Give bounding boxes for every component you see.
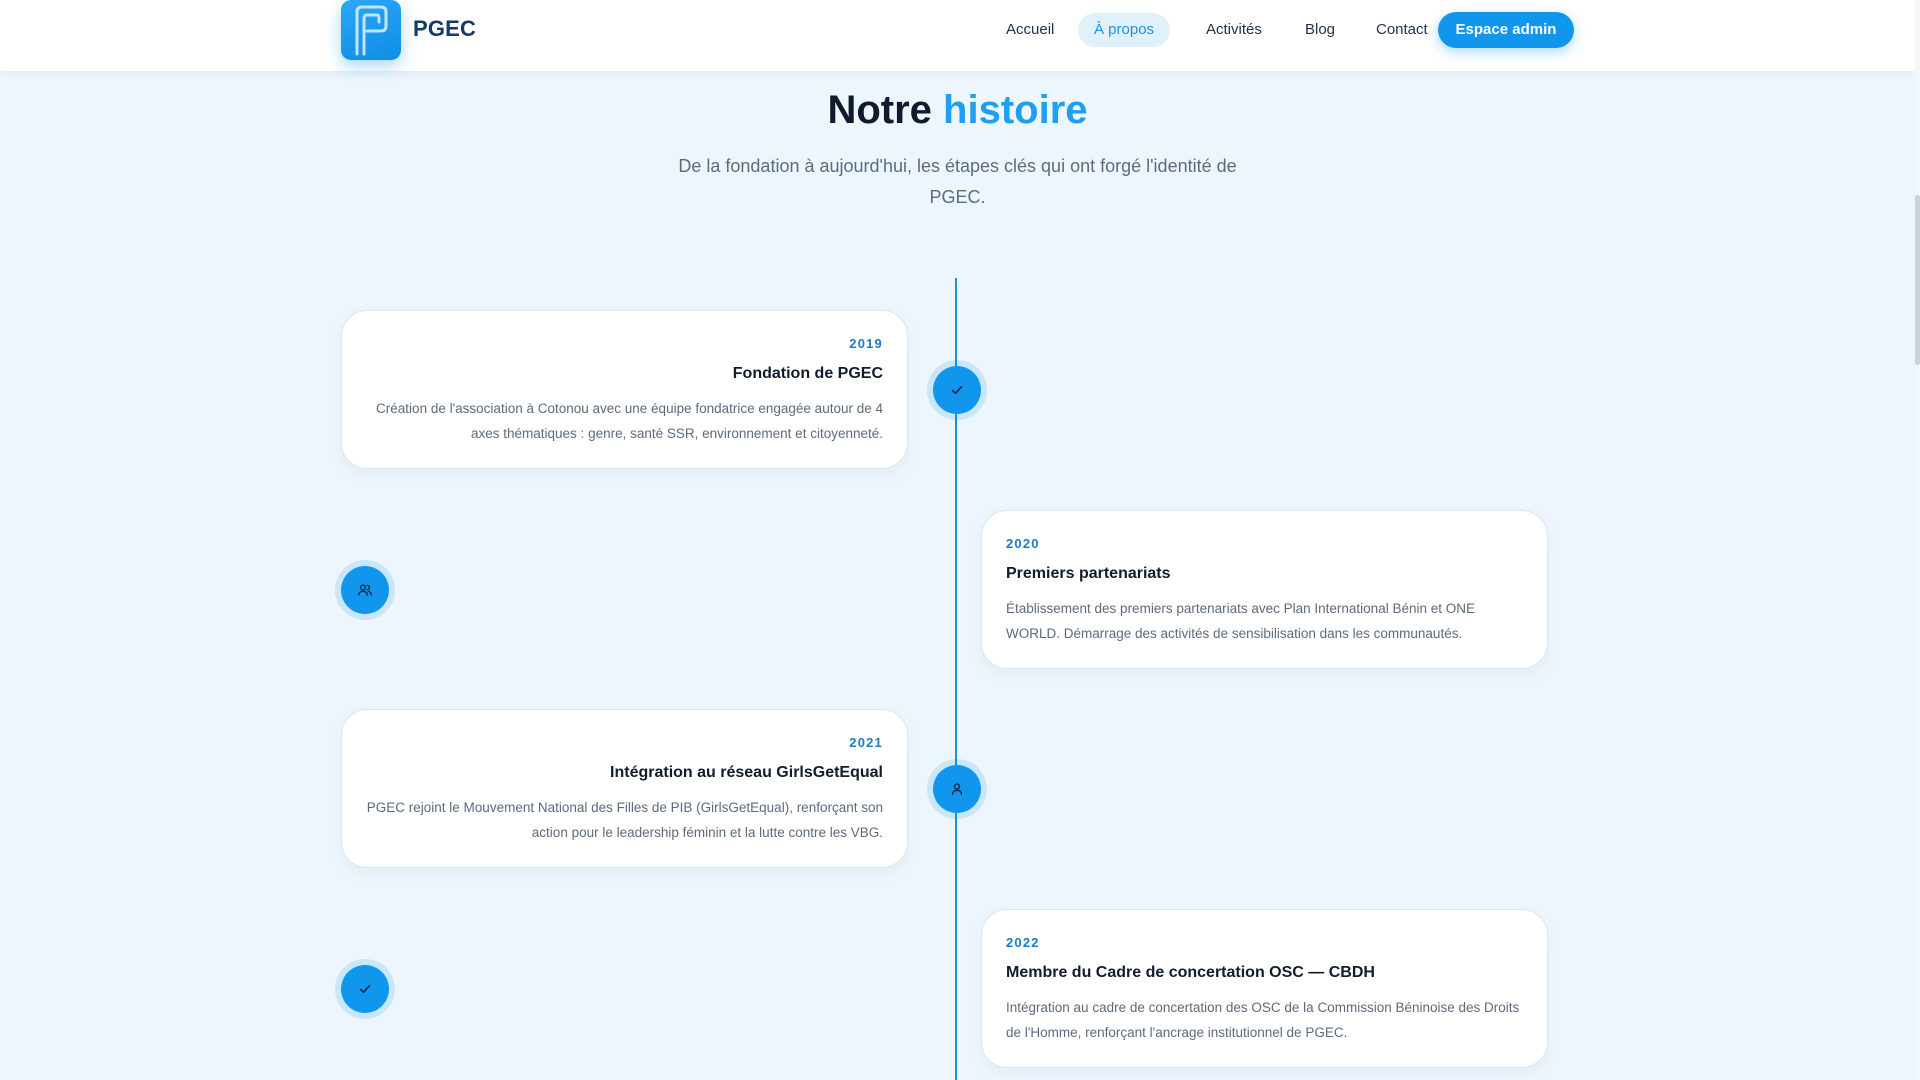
timeline-card-2020: 2020 Premiers partenariats Établissement… [981,510,1548,669]
timeline-dot-2019 [933,366,981,414]
users-icon [358,584,372,596]
timeline-title: Fondation de PGEC [732,365,883,382]
timeline-description: Établissement des premiers partenariats … [1006,601,1475,641]
timeline-year: 2019 [849,336,883,351]
nav-item-blog[interactable]: Blog [1289,13,1351,47]
timeline-title: Premiers partenariats [1006,565,1171,582]
timeline-dot-2022 [341,965,389,1013]
timeline-description: PGEC rejoint le Mouvement National des F… [366,800,883,840]
timeline-year: 2022 [1006,935,1040,950]
timeline-title: Intégration au réseau GirlsGetEqual [610,764,883,781]
section-title: Notre histoire [0,88,1915,133]
timeline-description: Création de l'association à Cotonou avec… [376,401,883,441]
timeline-title: Membre du Cadre de concertation OSC — CB… [1006,964,1375,981]
logo-mark-icon [355,5,388,56]
nav-item-activites[interactable]: Activités [1190,13,1278,47]
timeline-year: 2021 [849,735,883,750]
admin-space-button[interactable]: Espace admin [1438,12,1574,48]
timeline-year: 2020 [1006,536,1040,551]
section-subtitle: De la fondation à aujourd'hui, les étape… [678,156,1237,207]
user-icon [951,783,963,795]
timeline-dot-2021 [933,765,981,813]
timeline-card-2019: 2019 Fondation de PGEC Création de l'ass… [341,310,908,469]
section-title-accent: histoire [943,88,1088,132]
timeline-dot-2020 [341,566,389,614]
section-title-main: Notre [827,88,932,132]
brand-name[interactable]: PGEC [413,16,476,42]
site-header: PGEC Accueil À propos Activités Blog Con… [0,0,1915,71]
check-icon [951,386,963,394]
timeline-description: Intégration au cadre de concertation des… [1006,1000,1520,1040]
nav-item-a-propos[interactable]: À propos [1078,13,1171,47]
timeline-card-2022: 2022 Membre du Cadre de concertation OSC… [981,909,1548,1068]
nav-item-accueil[interactable]: Accueil [990,13,1070,47]
timeline-card-2021: 2021 Intégration au réseau GirlsGetEqual… [341,709,908,868]
scrollbar-thumb[interactable] [1915,195,1920,365]
logo[interactable] [341,0,401,60]
page-scrollbar[interactable] [1915,0,1920,1080]
check-icon [359,985,371,993]
nav-item-contact[interactable]: Contact [1360,13,1444,47]
